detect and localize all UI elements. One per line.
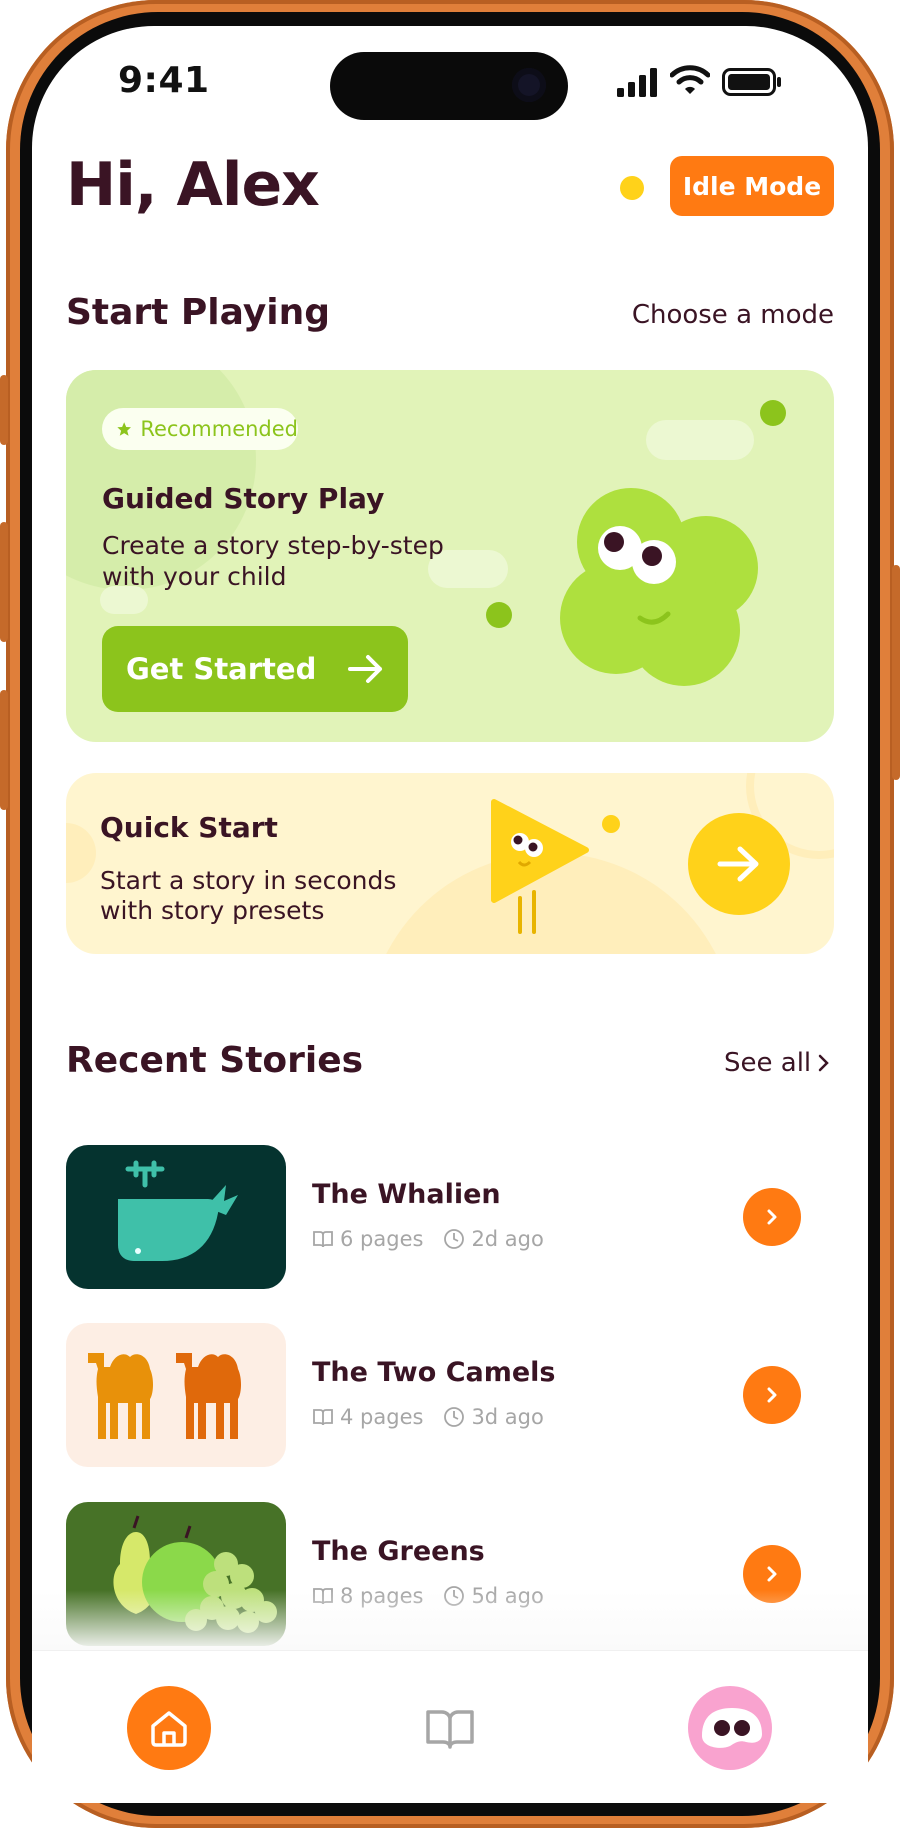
idle-mode-button[interactable]: Idle Mode (670, 156, 834, 216)
quick-start-desc-line1: Start a story in seconds (100, 866, 397, 895)
story-age: 2d ago (471, 1227, 544, 1251)
green-blob-mascot (560, 488, 758, 686)
story-title: The Whalien (312, 1179, 501, 1210)
guided-card-title: Guided Story Play (102, 482, 385, 515)
volume-down-button (0, 690, 8, 810)
chevron-right-icon (818, 1054, 829, 1072)
see-all-link[interactable]: See all (724, 1048, 831, 1078)
open-story-button[interactable] (743, 1366, 801, 1424)
guided-story-card[interactable]: Recommended Guided Story Play Create a s… (66, 370, 834, 742)
open-story-button[interactable] (743, 1188, 801, 1246)
quick-start-card[interactable]: Quick Start Start a story in seconds wit… (66, 773, 834, 954)
camera-icon (512, 68, 546, 102)
status-time: 9:41 (118, 60, 210, 101)
signal-icon (617, 68, 657, 97)
story-thumbnail (66, 1145, 286, 1289)
book-icon (313, 1231, 333, 1248)
dot-decoration (760, 400, 786, 426)
card-decoration (66, 823, 96, 883)
story-pages: 6 pages (340, 1227, 424, 1251)
wifi-icon (670, 65, 710, 94)
dot-decoration (602, 815, 620, 833)
tab-library[interactable] (420, 1702, 480, 1756)
story-title: The Two Camels (312, 1357, 556, 1388)
star-icon (117, 422, 131, 436)
action-button (0, 375, 8, 445)
recommended-badge: Recommended (102, 408, 298, 450)
volume-up-button (0, 522, 8, 642)
story-pages: 4 pages (340, 1405, 424, 1429)
quick-start-title: Quick Start (100, 811, 278, 844)
get-started-label: Get Started (126, 652, 317, 686)
profile-icon (702, 1708, 762, 1748)
story-thumbnail (66, 1323, 286, 1467)
battery-icon (722, 68, 781, 96)
whale-icon (118, 1160, 238, 1261)
greeting-title: Hi, Alex (66, 150, 320, 220)
arrow-right-icon (717, 846, 759, 882)
scroll-fade (32, 1590, 868, 1652)
clock-icon (444, 1407, 465, 1427)
story-row[interactable]: The Two Camels 4 pages 3d ago (66, 1323, 834, 1467)
get-started-button[interactable]: Get Started (102, 626, 408, 712)
recent-stories-heading: Recent Stories (66, 1040, 364, 1081)
status-indicator-dot (620, 176, 644, 200)
quick-start-go-button[interactable] (688, 813, 790, 915)
power-button (892, 565, 900, 780)
tab-home[interactable] (127, 1686, 211, 1770)
home-icon (151, 1711, 187, 1747)
guided-card-desc-line2: with your child (102, 562, 287, 591)
tab-profile[interactable] (688, 1686, 772, 1770)
see-all-label: See all (724, 1048, 812, 1078)
recommended-label: Recommended (140, 417, 298, 441)
guided-card-desc-line1: Create a story step-by-step (102, 531, 444, 560)
chevron-right-icon (767, 1566, 777, 1582)
dot-decoration (486, 602, 512, 628)
arrow-right-icon (348, 655, 382, 683)
chevron-right-icon (767, 1209, 777, 1225)
chevron-right-icon (767, 1387, 777, 1403)
story-meta: 6 pages 2d ago (312, 1227, 544, 1251)
start-playing-heading: Start Playing (66, 292, 331, 333)
clock-icon (444, 1229, 465, 1249)
choose-mode-link[interactable]: Choose a mode (632, 300, 834, 330)
book-icon (426, 1710, 474, 1749)
story-title: The Greens (312, 1536, 485, 1567)
quick-start-desc-line2: with story presets (100, 896, 325, 925)
story-row[interactable]: The Whalien 6 pages 2d ago (66, 1145, 834, 1289)
triangle-mascot (491, 799, 589, 934)
cloud-decoration (646, 420, 754, 460)
story-age: 3d ago (471, 1405, 544, 1429)
story-meta: 4 pages 3d ago (312, 1405, 544, 1429)
camels-icon (88, 1353, 241, 1439)
book-icon (313, 1409, 333, 1426)
